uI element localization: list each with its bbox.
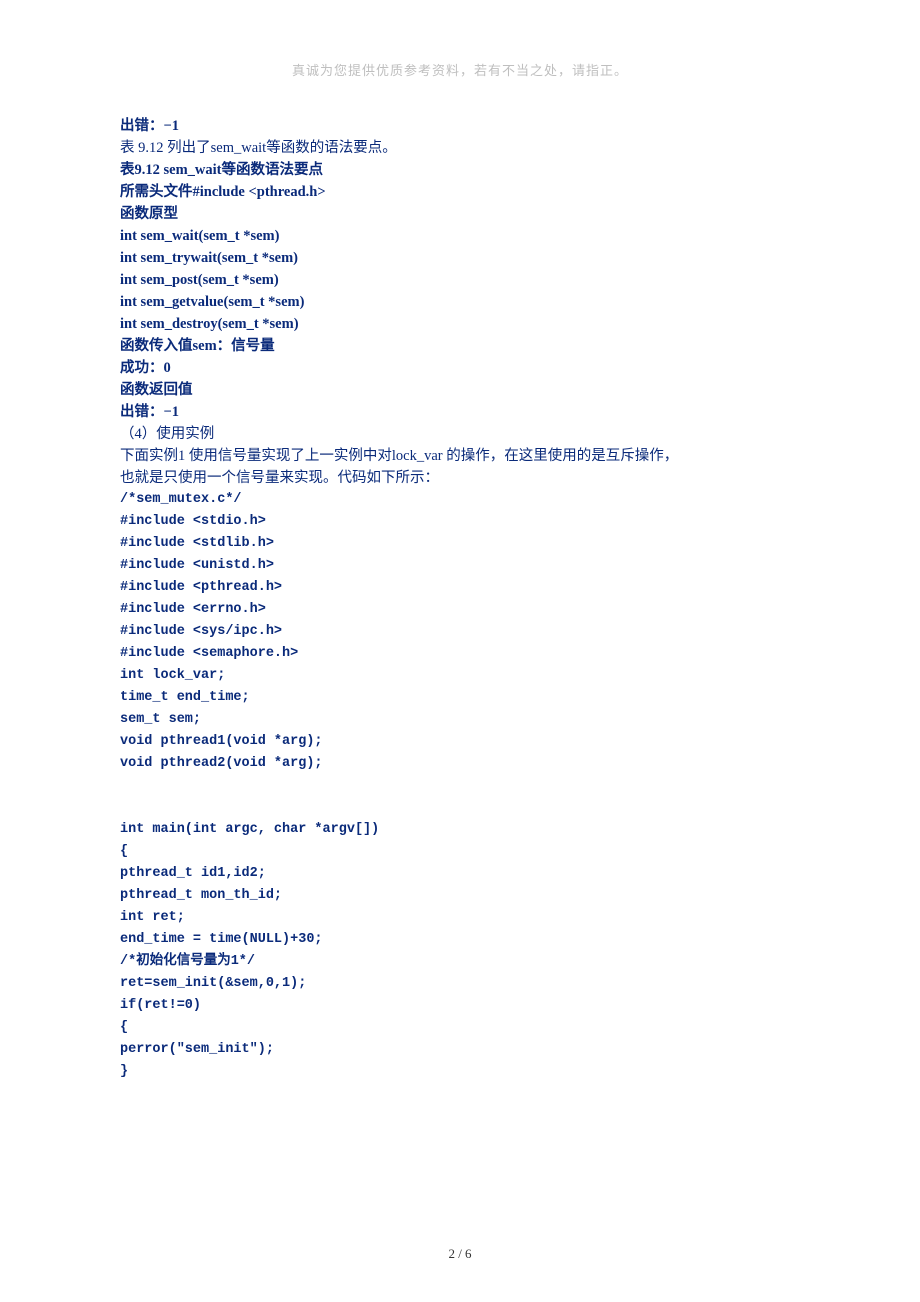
text-line: int sem_destroy(sem_t *sem)	[120, 313, 800, 335]
code-line: int main(int argc, char *argv[])	[120, 819, 800, 841]
code-line: pthread_t mon_th_id;	[120, 885, 800, 907]
text-line: 出错：−1	[120, 115, 800, 137]
text-line: 函数原型	[120, 203, 800, 225]
text-line: int sem_trywait(sem_t *sem)	[120, 247, 800, 269]
text-line: 成功：0	[120, 357, 800, 379]
code-line: #include <semaphore.h>	[120, 643, 800, 665]
text-line: int sem_getvalue(sem_t *sem)	[120, 291, 800, 313]
text-line: 出错：−1	[120, 401, 800, 423]
text-line: int sem_post(sem_t *sem)	[120, 269, 800, 291]
page-number: 2 / 6	[0, 1246, 920, 1262]
text-line: 也就是只使用一个信号量来实现。代码如下所示：	[120, 467, 800, 489]
code-line: #include <stdio.h>	[120, 511, 800, 533]
code-line: #include <unistd.h>	[120, 555, 800, 577]
header-note: 真诚为您提供优质参考资料，若有不当之处，请指正。	[120, 60, 800, 79]
code-line: {	[120, 1017, 800, 1039]
text-line: 所需头文件#include <pthread.h>	[120, 181, 800, 203]
code-line: int ret;	[120, 907, 800, 929]
text-line: 下面实例1 使用信号量实现了上一实例中对lock_var 的操作，在这里使用的是…	[120, 445, 800, 467]
code-line: perror("sem_init");	[120, 1039, 800, 1061]
code-line: }	[120, 1061, 800, 1083]
code-line: time_t end_time;	[120, 687, 800, 709]
code-line: #include <stdlib.h>	[120, 533, 800, 555]
code-line: /*sem_mutex.c*/	[120, 489, 800, 511]
code-line: void pthread1(void *arg);	[120, 731, 800, 753]
text-line: （4）使用实例	[120, 423, 800, 445]
code-line: if(ret!=0)	[120, 995, 800, 1017]
content-area: 出错：−1表 9.12 列出了sem_wait等函数的语法要点。表9.12 se…	[120, 115, 800, 1083]
text-line: 表 9.12 列出了sem_wait等函数的语法要点。	[120, 137, 800, 159]
text-line: 函数返回值	[120, 379, 800, 401]
code-line: {	[120, 841, 800, 863]
code-line: void pthread2(void *arg);	[120, 753, 800, 775]
text-line: 表9.12 sem_wait等函数语法要点	[120, 159, 800, 181]
code-line: sem_t sem;	[120, 709, 800, 731]
code-line: end_time = time(NULL)+30;	[120, 929, 800, 951]
text-line: int sem_wait(sem_t *sem)	[120, 225, 800, 247]
code-line: pthread_t id1,id2;	[120, 863, 800, 885]
text-line: 函数传入值sem：信号量	[120, 335, 800, 357]
code-line: #include <sys/ipc.h>	[120, 621, 800, 643]
code-line: ret=sem_init(&sem,0,1);	[120, 973, 800, 995]
code-line: /*初始化信号量为1*/	[120, 951, 800, 973]
blank-line	[120, 775, 800, 797]
document-page: 真诚为您提供优质参考资料，若有不当之处，请指正。 出错：−1表 9.12 列出了…	[0, 0, 920, 1302]
code-line: int lock_var;	[120, 665, 800, 687]
code-line: #include <errno.h>	[120, 599, 800, 621]
code-line: #include <pthread.h>	[120, 577, 800, 599]
blank-line	[120, 797, 800, 819]
